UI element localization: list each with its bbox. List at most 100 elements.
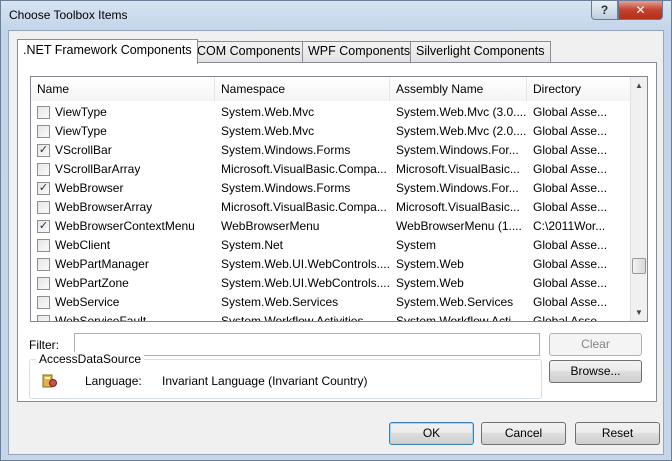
cell-namespace: System.Workflow.Activities	[221, 314, 364, 322]
cell-namespace: Microsoft.VisualBasic.Compa...	[221, 162, 387, 176]
cell-namespace: System.Web.Mvc	[221, 124, 315, 138]
scroll-thumb[interactable]	[632, 258, 646, 274]
tab-wpf-components[interactable]: WPF Components	[302, 41, 417, 62]
cell-assembly: System.Workflow.Acti...	[396, 314, 522, 322]
cell-namespace: WebBrowserMenu	[221, 219, 320, 233]
cell-name: WebService	[55, 295, 120, 309]
cell-name: WebBrowser	[55, 181, 124, 195]
cell-namespace: System.Windows.Forms	[221, 143, 351, 157]
cell-directory: Global Asse...	[533, 105, 608, 119]
checkbox-unchecked[interactable]	[37, 163, 50, 176]
table-row[interactable]: WebServiceFault... System.Workflow.Activi…	[31, 312, 631, 322]
cell-assembly: Microsoft.VisualBasic...	[396, 200, 520, 214]
cell-directory: Global Asse...	[533, 200, 608, 214]
table-row[interactable]: ✓ WebBrowserContextMenu WebBrowserMenu WebB…	[31, 217, 631, 236]
tab-com-components[interactable]: COM Components	[191, 41, 307, 62]
choose-toolbox-items-dialog: Choose Toolbox Items ? ✕ .NET Framework …	[0, 0, 672, 461]
cell-namespace: System.Web.UI.WebControls....	[221, 257, 389, 271]
table-row[interactable]: ✓ WebBrowser System.Windows.Forms System.Wi…	[31, 179, 631, 198]
cell-assembly: System.Web.Mvc (2.0....	[396, 124, 526, 138]
cell-name: VScrollBar	[55, 143, 112, 157]
table-row[interactable]: WebClient System.Net System Global Asse...	[31, 236, 631, 255]
checkbox-checked[interactable]: ✓	[37, 220, 50, 233]
column-header-namespace[interactable]: Namespace	[215, 77, 390, 101]
cell-assembly: WebBrowserMenu (1....	[396, 219, 522, 233]
checkbox-unchecked[interactable]	[37, 296, 50, 309]
cell-namespace: Microsoft.VisualBasic.Compa...	[221, 200, 387, 214]
cell-name: WebServiceFault...	[55, 314, 157, 322]
checkbox-unchecked[interactable]	[37, 315, 50, 321]
cell-name: ViewType	[55, 105, 107, 119]
cell-directory: Global Asse...	[533, 143, 608, 157]
cell-directory: Global Asse...	[533, 314, 608, 322]
checkbox-unchecked[interactable]	[37, 125, 50, 138]
tab-panel: Name Namespace Assembly Name Directory V…	[17, 62, 657, 402]
checkbox-checked[interactable]: ✓	[37, 182, 50, 195]
close-button[interactable]: ✕	[618, 1, 663, 20]
checkbox-unchecked[interactable]	[37, 239, 50, 252]
table-row[interactable]: ViewType System.Web.Mvc System.Web.Mvc (3.…	[31, 103, 631, 122]
cell-directory: C:\2011Wor...	[533, 219, 606, 233]
table-row[interactable]: ViewType System.Web.Mvc System.Web.Mvc (2.…	[31, 122, 631, 141]
tab-net-framework-components[interactable]: .NET Framework Components	[17, 39, 198, 64]
checkbox-unchecked[interactable]	[37, 258, 50, 271]
cell-assembly: System.Web	[396, 257, 464, 271]
table-row[interactable]: VScrollBarArray Microsoft.VisualBasic.Com…	[31, 160, 631, 179]
checkbox-unchecked[interactable]	[37, 106, 50, 119]
table-row[interactable]: WebBrowserArray Microsoft.VisualBasic.Com…	[31, 198, 631, 217]
cell-directory: Global Asse...	[533, 124, 608, 138]
checkmark-icon: ✓	[38, 220, 49, 232]
details-group: AccessDataSource Language: Invariant Lan…	[29, 352, 542, 399]
cell-name: WebPartManager	[55, 257, 149, 271]
cell-directory: Global Asse...	[533, 257, 608, 271]
language-label: Language:	[85, 374, 142, 388]
table-row[interactable]: WebPartManager System.Web.UI.WebControls.…	[31, 255, 631, 274]
reset-button[interactable]: Reset	[575, 422, 660, 445]
table-row[interactable]: WebPartZone System.Web.UI.WebControls....…	[31, 274, 631, 293]
language-value: Invariant Language (Invariant Country)	[162, 374, 368, 388]
column-header-assembly-name[interactable]: Assembly Name	[390, 77, 527, 101]
scroll-down-icon[interactable]: ▼	[631, 304, 647, 321]
column-header-directory[interactable]: Directory	[527, 77, 631, 101]
checkmark-icon: ✓	[38, 144, 49, 156]
checkbox-unchecked[interactable]	[37, 201, 50, 214]
cell-directory: Global Asse...	[533, 238, 608, 252]
cell-namespace: System.Web.Services	[221, 295, 339, 309]
components-list[interactable]: Name Namespace Assembly Name Directory V…	[30, 76, 648, 322]
scroll-up-icon[interactable]: ▲	[631, 77, 647, 94]
cell-name: ViewType	[55, 124, 107, 138]
cell-name: VScrollBarArray	[55, 162, 141, 176]
browse-button[interactable]: Browse...	[549, 360, 642, 383]
clear-button[interactable]: Clear	[549, 333, 642, 356]
cell-namespace: System.Windows.Forms	[221, 181, 351, 195]
cell-directory: Global Asse...	[533, 276, 608, 290]
table-row[interactable]: ✓ VScrollBar System.Windows.Forms System.Wi…	[31, 141, 631, 160]
cell-name: WebBrowserContextMenu	[55, 219, 195, 233]
cell-assembly: System.Windows.For...	[396, 143, 519, 157]
title-bar[interactable]: Choose Toolbox Items ? ✕	[1, 1, 671, 29]
cancel-button[interactable]: Cancel	[481, 422, 566, 445]
checkbox-checked[interactable]: ✓	[37, 144, 50, 157]
tab-silverlight-components[interactable]: Silverlight Components	[410, 41, 551, 62]
cell-directory: Global Asse...	[533, 181, 608, 195]
vertical-scrollbar[interactable]: ▲ ▼	[630, 77, 647, 321]
cell-assembly: System.Web.Mvc (3.0....	[396, 105, 526, 119]
cell-namespace: System.Web.UI.WebControls....	[221, 276, 389, 290]
list-header: Name Namespace Assembly Name Directory	[31, 77, 631, 101]
window-title: Choose Toolbox Items	[9, 8, 128, 22]
assembly-icon	[42, 374, 57, 388]
cell-directory: Global Asse...	[533, 162, 608, 176]
cell-assembly: System	[396, 238, 437, 252]
cell-namespace: System.Web.Mvc	[221, 105, 315, 119]
ok-button[interactable]: OK	[389, 422, 474, 445]
cell-namespace: System.Net	[221, 238, 284, 252]
cell-assembly: System.Windows.For...	[396, 181, 519, 195]
table-row[interactable]: WebService System.Web.Services System.Web.…	[31, 293, 631, 312]
checkbox-unchecked[interactable]	[37, 277, 50, 290]
checkmark-icon: ✓	[38, 182, 49, 194]
cell-name: WebClient	[55, 238, 111, 252]
cell-name: WebBrowserArray	[55, 200, 153, 214]
filter-label: Filter:	[29, 338, 59, 352]
column-header-name[interactable]: Name	[31, 77, 215, 101]
help-button[interactable]: ?	[591, 1, 618, 20]
